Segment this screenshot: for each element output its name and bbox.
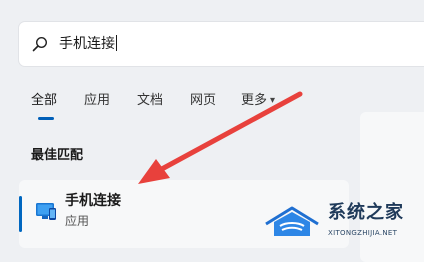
tab-documents-label: 文档 — [137, 93, 164, 108]
search-input[interactable]: 手机连接 — [59, 34, 117, 54]
tab-all[interactable]: 全部 — [31, 91, 57, 111]
search-query: 手机连接 — [59, 36, 115, 52]
best-match-heading: 最佳匹配 — [31, 148, 84, 163]
active-tab-indicator — [38, 117, 54, 120]
tab-more-label: 更多 — [241, 93, 268, 108]
result-app-type: 应用 — [65, 214, 90, 228]
tab-documents[interactable]: 文档 — [137, 91, 163, 111]
tab-all-label: 全部 — [31, 93, 58, 108]
search-icon — [32, 36, 48, 52]
watermark-url: XITONGZHIJIA.NET — [328, 229, 398, 237]
chevron-down-icon: ▾ — [270, 95, 276, 106]
text-caret — [116, 35, 117, 51]
result-app-name: 手机连接 — [65, 193, 121, 209]
tab-web[interactable]: 网页 — [190, 91, 216, 111]
selection-indicator — [19, 196, 22, 232]
search-box[interactable]: 手机连接 — [19, 22, 424, 66]
tab-web-label: 网页 — [190, 93, 217, 108]
house-logo-icon — [265, 206, 319, 236]
tab-apps[interactable]: 应用 — [84, 91, 110, 111]
tab-more[interactable]: 更多 ▾ — [241, 91, 275, 111]
tab-apps-label: 应用 — [84, 93, 111, 108]
watermark-title: 系统之家 — [328, 202, 404, 223]
phone-link-app-icon — [36, 203, 56, 220]
watermark: 系统之家 XITONGZHIJIA.NET — [262, 196, 424, 248]
